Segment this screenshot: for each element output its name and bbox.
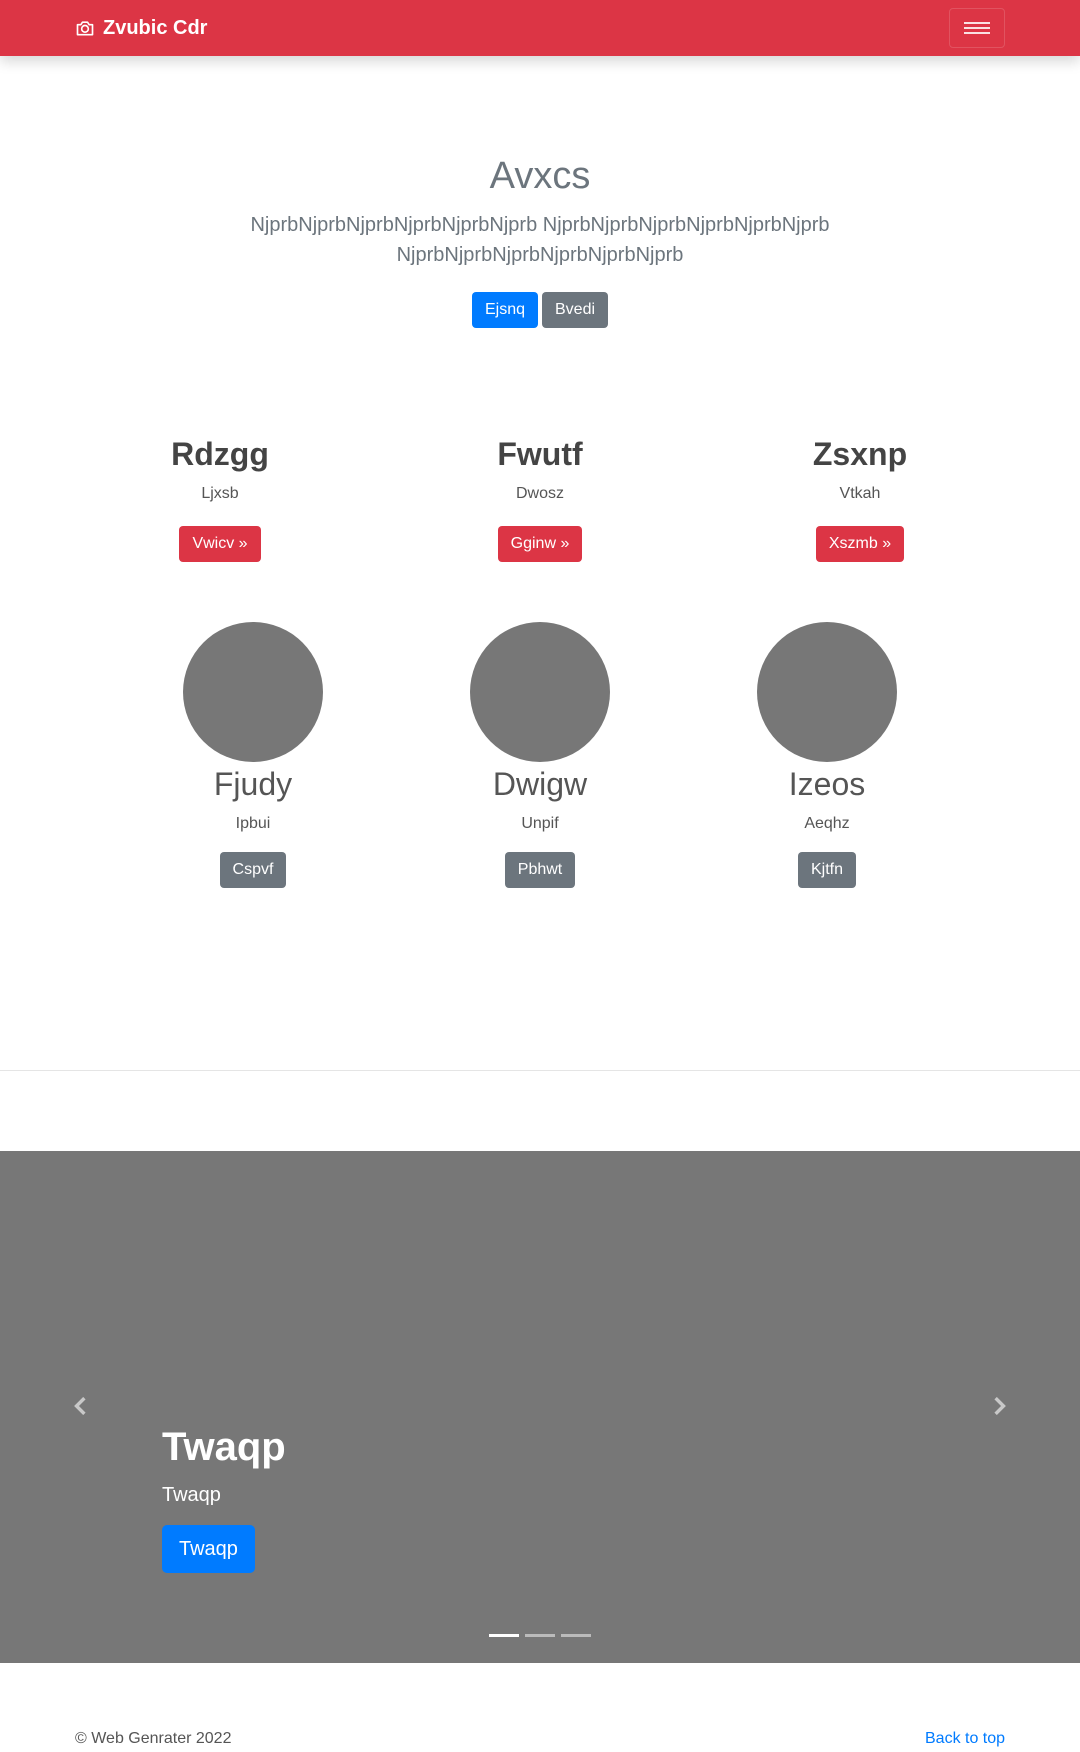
member-text: Ipbui (235, 815, 271, 832)
section-divider (0, 1070, 1080, 1071)
member-name: Fjudy (213, 766, 293, 802)
camera-icon (76, 21, 94, 36)
team-member-card: Fjudy Ipbui Cspvf (133, 622, 373, 888)
feature-title: Rdzgg (171, 436, 269, 472)
carousel-text: Twaqp (162, 1484, 221, 1506)
avatar-placeholder (757, 622, 897, 762)
hero-buttons: Ejsnq Bvedi (0, 292, 1080, 328)
feature-card: Zsxnp Vtkah Xszmb » (750, 434, 970, 562)
feature-text: Ljxsb (201, 485, 239, 502)
member-name: Izeos (788, 766, 866, 802)
feature-button[interactable]: Xszmb » (815, 526, 905, 562)
avatar-placeholder (470, 622, 610, 762)
carousel-title: Twaqp (162, 1425, 286, 1469)
hero-primary-button[interactable]: Ejsnq (471, 292, 538, 328)
carousel-prev-button[interactable] (66, 1391, 96, 1421)
feature-text: Vtkah (839, 485, 881, 502)
member-name: Dwigw (492, 766, 588, 802)
feature-title: Zsxnp (812, 436, 908, 472)
carousel-button[interactable]: Twaqp (162, 1525, 255, 1573)
feature-card: Fwutf Dwosz Gginw » (430, 434, 650, 562)
footer-copyright: © Web Genrater 2022 (75, 1730, 232, 1747)
avatar-placeholder (183, 622, 323, 762)
brand-name: Zvubic Cdr (103, 17, 208, 39)
feature-title: Fwutf (497, 436, 583, 472)
carousel-next-button[interactable] (984, 1391, 1014, 1421)
feature-button[interactable]: Vwicv » (179, 526, 261, 562)
carousel-indicator[interactable] (525, 1634, 555, 1637)
hero-title: Avxcs (489, 155, 591, 197)
feature-text: Dwosz (515, 485, 564, 502)
hero-lead: NjprbNjprbNjprbNjprbNjprbNjprb NjprbNjpr… (250, 214, 830, 266)
back-to-top-link[interactable]: Back to top (925, 1727, 1005, 1751)
chevron-left-icon (74, 1397, 86, 1415)
member-button[interactable]: Kjtfn (797, 852, 856, 888)
team-member-card: Izeos Aeqhz Kjtfn (707, 622, 947, 888)
member-text: Aeqhz (804, 815, 850, 832)
navbar-toggler-button[interactable] (949, 8, 1005, 48)
member-text: Unpif (521, 815, 559, 832)
carousel: Twaqp Twaqp Twaqp (0, 1151, 1080, 1663)
feature-card: Rdzgg Ljxsb Vwicv » (110, 434, 330, 562)
carousel-indicator[interactable] (489, 1634, 519, 1637)
hamburger-menu-icon (964, 19, 990, 37)
member-button[interactable]: Cspvf (219, 852, 287, 888)
carousel-indicator[interactable] (561, 1634, 591, 1637)
member-button[interactable]: Pbhwt (504, 852, 576, 888)
brand-link[interactable]: Zvubic Cdr (75, 14, 207, 42)
hero-secondary-button[interactable]: Bvedi (542, 292, 609, 328)
carousel-indicators (0, 1634, 1080, 1637)
feature-button[interactable]: Gginw » (497, 526, 583, 562)
carousel-caption: Twaqp Twaqp Twaqp (162, 1423, 286, 1573)
navbar: Zvubic Cdr (0, 0, 1080, 56)
chevron-right-icon (994, 1397, 1006, 1415)
team-member-card: Dwigw Unpif Pbhwt (420, 622, 660, 888)
